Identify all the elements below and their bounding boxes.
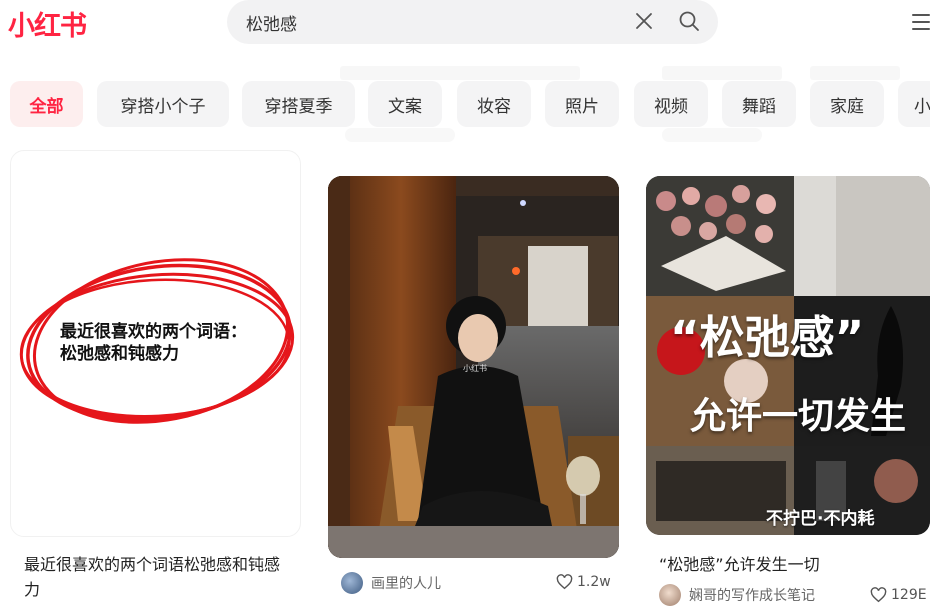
cover-headline: 允许一切发生: [690, 396, 907, 437]
note-card-cover[interactable]: 小红书: [328, 176, 619, 558]
like-count[interactable]: 1.2w: [556, 574, 611, 590]
search-input[interactable]: 松弛感: [246, 10, 297, 35]
hamburger-menu-icon[interactable]: [912, 14, 930, 35]
watermark-text: 小红书: [463, 364, 487, 373]
avatar[interactable]: [341, 572, 363, 594]
tab-family[interactable]: 家庭: [810, 81, 884, 127]
tab-more[interactable]: 小: [898, 81, 930, 127]
tab-makeup[interactable]: 妆容: [457, 81, 531, 127]
heart-icon[interactable]: [870, 587, 887, 603]
cover-text: 最近很喜欢的两个词语： 松弛感和钝感力: [60, 322, 247, 364]
tab-summer-outfits[interactable]: 穿搭夏季: [242, 81, 355, 127]
close-icon[interactable]: [634, 11, 654, 31]
ghost-text: [810, 66, 900, 80]
cover-headline: “松弛感”: [670, 311, 865, 364]
like-count[interactable]: 129E: [870, 587, 927, 603]
search-bar[interactable]: 松弛感: [227, 0, 718, 44]
avatar[interactable]: [659, 584, 681, 606]
tab-dance[interactable]: 舞蹈: [722, 81, 796, 127]
ghost-text: [340, 66, 580, 80]
ghost-text: [662, 128, 762, 142]
xiaohongshu-logo[interactable]: 小红书: [8, 4, 87, 43]
search-icon[interactable]: [677, 9, 701, 33]
note-card-cover[interactable]: 最近很喜欢的两个词语： 松弛感和钝感力: [10, 150, 301, 537]
note-author[interactable]: 娴哥的写作成长笔记: [659, 584, 815, 606]
cover-subtitle: 不拧巴·不内耗: [766, 509, 875, 529]
note-author[interactable]: 画里的人儿: [341, 572, 441, 594]
tab-videos[interactable]: 视频: [634, 81, 708, 127]
tab-photos[interactable]: 照片: [545, 81, 619, 127]
heart-icon[interactable]: [556, 574, 573, 590]
note-title[interactable]: 最近很喜欢的两个词语松弛感和钝感力: [24, 552, 284, 602]
tab-petite-outfits[interactable]: 穿搭小个子: [97, 81, 229, 127]
ghost-text: [345, 128, 455, 142]
tab-copywriting[interactable]: 文案: [368, 81, 442, 127]
note-card-cover[interactable]: “松弛感” 允许一切发生 不拧巴·不内耗: [646, 176, 930, 535]
ghost-text: [662, 66, 782, 80]
note-title[interactable]: “松弛感”允许发生一切: [659, 551, 820, 575]
tab-all[interactable]: 全部: [10, 81, 83, 127]
category-tabs: 全部 穿搭小个子 穿搭夏季 文案 妆容 照片 视频 舞蹈 家庭 小: [10, 81, 930, 127]
